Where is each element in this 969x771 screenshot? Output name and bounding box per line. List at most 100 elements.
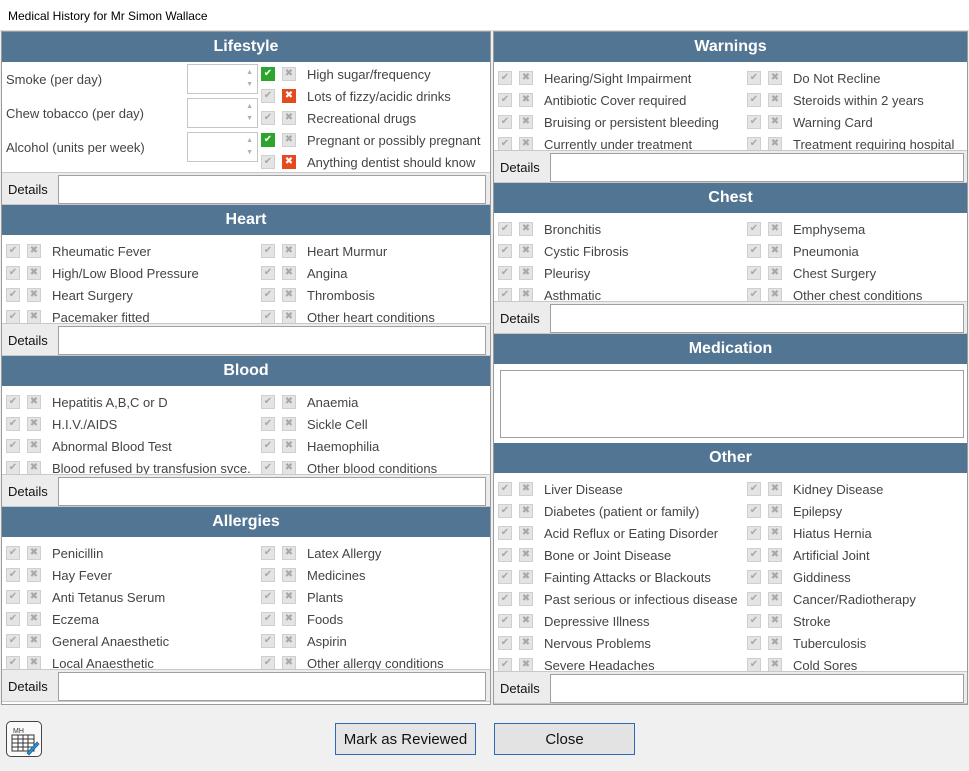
no-checkbox-icon[interactable]: ✖: [519, 548, 533, 562]
no-checkbox-icon[interactable]: ✖: [27, 461, 41, 475]
yes-checkbox-icon[interactable]: ✔: [261, 244, 275, 258]
yes-checkbox-icon[interactable]: ✔: [498, 482, 512, 496]
lifestyle-details-input[interactable]: [58, 175, 486, 204]
no-checkbox-icon[interactable]: ✖: [519, 658, 533, 672]
yes-checkbox-icon[interactable]: ✔: [261, 546, 275, 560]
other-details-input[interactable]: [550, 674, 964, 703]
spin-down-icon[interactable]: ▼: [246, 115, 253, 123]
yes-checkbox-icon[interactable]: ✔: [498, 93, 512, 107]
no-checkbox-icon[interactable]: ✖: [519, 636, 533, 650]
yes-checkbox-icon[interactable]: ✔: [747, 526, 761, 540]
no-checkbox-icon[interactable]: ✖: [519, 482, 533, 496]
yes-checkbox-icon[interactable]: ✔: [6, 395, 20, 409]
yes-checkbox-icon[interactable]: ✔: [6, 546, 20, 560]
no-checkbox-icon[interactable]: ✖: [519, 288, 533, 302]
no-checkbox-icon[interactable]: ✖: [282, 461, 296, 475]
smoke-spinner[interactable]: ▲ ▼: [187, 64, 258, 94]
yes-checkbox-icon[interactable]: ✔: [261, 439, 275, 453]
yes-checkbox-icon[interactable]: ✔: [261, 634, 275, 648]
no-checkbox-icon[interactable]: ✖: [282, 546, 296, 560]
no-checkbox-icon[interactable]: ✖: [282, 310, 296, 324]
no-checkbox-icon[interactable]: ✖: [282, 244, 296, 258]
yes-checkbox-icon[interactable]: ✔: [498, 137, 512, 151]
no-checkbox-icon[interactable]: ✖: [27, 656, 41, 670]
no-checkbox-icon[interactable]: ✖: [519, 504, 533, 518]
no-checkbox-icon[interactable]: ✖: [519, 115, 533, 129]
yes-checkbox-icon[interactable]: ✔: [261, 89, 275, 103]
yes-checkbox-icon[interactable]: ✔: [261, 67, 275, 81]
no-checkbox-icon[interactable]: ✖: [27, 310, 41, 324]
yes-checkbox-icon[interactable]: ✔: [747, 548, 761, 562]
yes-checkbox-icon[interactable]: ✔: [747, 137, 761, 151]
no-checkbox-icon[interactable]: ✖: [768, 548, 782, 562]
yes-checkbox-icon[interactable]: ✔: [6, 417, 20, 431]
yes-checkbox-icon[interactable]: ✔: [747, 71, 761, 85]
no-checkbox-icon[interactable]: ✖: [519, 570, 533, 584]
no-checkbox-icon[interactable]: ✖: [282, 656, 296, 670]
alcohol-spinner[interactable]: ▲ ▼: [187, 132, 258, 162]
yes-checkbox-icon[interactable]: ✔: [261, 568, 275, 582]
no-checkbox-icon[interactable]: ✖: [768, 266, 782, 280]
no-checkbox-icon[interactable]: ✖: [519, 614, 533, 628]
yes-checkbox-icon[interactable]: ✔: [747, 222, 761, 236]
yes-checkbox-icon[interactable]: ✔: [6, 634, 20, 648]
yes-checkbox-icon[interactable]: ✔: [261, 155, 275, 169]
heart-details-input[interactable]: [58, 326, 486, 355]
no-checkbox-icon[interactable]: ✖: [768, 592, 782, 606]
no-checkbox-icon[interactable]: ✖: [768, 71, 782, 85]
yes-checkbox-icon[interactable]: ✔: [747, 570, 761, 584]
no-checkbox-icon[interactable]: ✖: [282, 155, 296, 169]
close-button[interactable]: Close: [494, 723, 635, 755]
yes-checkbox-icon[interactable]: ✔: [6, 612, 20, 626]
no-checkbox-icon[interactable]: ✖: [27, 288, 41, 302]
yes-checkbox-icon[interactable]: ✔: [498, 244, 512, 258]
allergies-details-input[interactable]: [58, 672, 486, 701]
yes-checkbox-icon[interactable]: ✔: [261, 288, 275, 302]
yes-checkbox-icon[interactable]: ✔: [6, 590, 20, 604]
no-checkbox-icon[interactable]: ✖: [519, 137, 533, 151]
yes-checkbox-icon[interactable]: ✔: [498, 658, 512, 672]
yes-checkbox-icon[interactable]: ✔: [747, 244, 761, 258]
warnings-details-input[interactable]: [550, 153, 964, 182]
medical-history-calculator-icon[interactable]: MH: [6, 721, 42, 757]
no-checkbox-icon[interactable]: ✖: [768, 137, 782, 151]
yes-checkbox-icon[interactable]: ✔: [747, 115, 761, 129]
no-checkbox-icon[interactable]: ✖: [282, 89, 296, 103]
medication-input[interactable]: [500, 370, 964, 438]
spin-down-icon[interactable]: ▼: [246, 149, 253, 157]
yes-checkbox-icon[interactable]: ✔: [261, 111, 275, 125]
no-checkbox-icon[interactable]: ✖: [27, 244, 41, 258]
yes-checkbox-icon[interactable]: ✔: [261, 133, 275, 147]
no-checkbox-icon[interactable]: ✖: [282, 395, 296, 409]
no-checkbox-icon[interactable]: ✖: [27, 439, 41, 453]
no-checkbox-icon[interactable]: ✖: [27, 266, 41, 280]
yes-checkbox-icon[interactable]: ✔: [747, 636, 761, 650]
yes-checkbox-icon[interactable]: ✔: [747, 504, 761, 518]
no-checkbox-icon[interactable]: ✖: [27, 395, 41, 409]
yes-checkbox-icon[interactable]: ✔: [6, 288, 20, 302]
yes-checkbox-icon[interactable]: ✔: [498, 526, 512, 540]
yes-checkbox-icon[interactable]: ✔: [6, 568, 20, 582]
spin-up-icon[interactable]: ▲: [246, 103, 253, 111]
no-checkbox-icon[interactable]: ✖: [519, 526, 533, 540]
chew-tobacco-spinner[interactable]: ▲ ▼: [187, 98, 258, 128]
no-checkbox-icon[interactable]: ✖: [27, 634, 41, 648]
no-checkbox-icon[interactable]: ✖: [519, 592, 533, 606]
no-checkbox-icon[interactable]: ✖: [27, 568, 41, 582]
yes-checkbox-icon[interactable]: ✔: [498, 266, 512, 280]
yes-checkbox-icon[interactable]: ✔: [498, 71, 512, 85]
spin-up-icon[interactable]: ▲: [246, 69, 253, 77]
yes-checkbox-icon[interactable]: ✔: [498, 636, 512, 650]
no-checkbox-icon[interactable]: ✖: [519, 266, 533, 280]
yes-checkbox-icon[interactable]: ✔: [6, 439, 20, 453]
yes-checkbox-icon[interactable]: ✔: [498, 570, 512, 584]
no-checkbox-icon[interactable]: ✖: [282, 67, 296, 81]
mark-as-reviewed-button[interactable]: Mark as Reviewed: [335, 723, 476, 755]
yes-checkbox-icon[interactable]: ✔: [498, 504, 512, 518]
yes-checkbox-icon[interactable]: ✔: [747, 614, 761, 628]
yes-checkbox-icon[interactable]: ✔: [261, 395, 275, 409]
yes-checkbox-icon[interactable]: ✔: [747, 266, 761, 280]
yes-checkbox-icon[interactable]: ✔: [498, 614, 512, 628]
no-checkbox-icon[interactable]: ✖: [282, 568, 296, 582]
no-checkbox-icon[interactable]: ✖: [768, 115, 782, 129]
